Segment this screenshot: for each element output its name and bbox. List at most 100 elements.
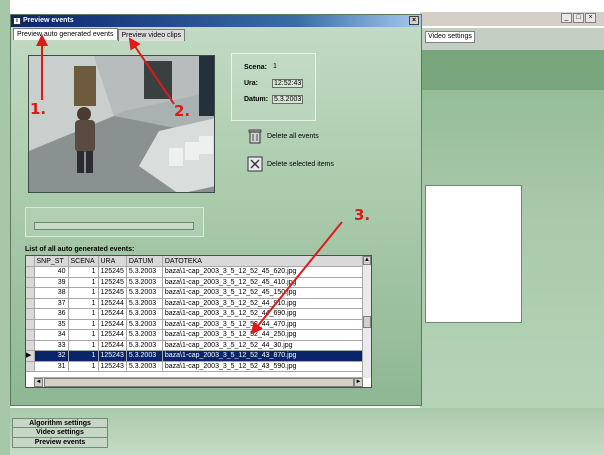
table-row[interactable]: 36 1 125244 5.3.2003 baza\1-cap_2003_3_5_12_… — [26, 308, 365, 320]
cell-ura: 125244 — [98, 298, 127, 309]
date-value: 5.3.2003 — [272, 95, 304, 104]
row-indicator — [26, 361, 35, 372]
background-panel-header — [420, 50, 604, 90]
side-tab-stack: Algorithm settings Video settings Previe… — [12, 418, 108, 448]
scene-value: 1 — [273, 63, 277, 70]
close-button[interactable]: × — [409, 16, 419, 25]
cell-datoteka: baza\1-cap_2003_3_5_12_52_43_590.jpg — [162, 361, 365, 372]
row-indicator: ▶ — [26, 350, 35, 362]
table-header-row: SNP_ST SCENA URA DATUM DATOTEKA — [26, 256, 365, 267]
row-indicator — [26, 308, 35, 320]
cell-snp: 31 — [34, 361, 69, 372]
horizontal-scroll-thumb[interactable] — [44, 378, 354, 387]
time-row: Ura: 12:52:43 — [244, 79, 304, 88]
column-header-datum[interactable]: DATUM — [126, 256, 163, 267]
row-indicator — [26, 340, 35, 351]
cell-datum: 5.3.2003 — [126, 308, 163, 320]
cell-scena: 1 — [68, 277, 99, 288]
cell-datoteka: baza\1-cap_2003_3_5_12_52_45_620.jpg — [162, 266, 365, 278]
tab-preview-auto-events[interactable]: Preview auto generated events — [13, 28, 118, 40]
cell-datum: 5.3.2003 — [126, 287, 163, 299]
cell-ura: 125244 — [98, 308, 127, 320]
cell-snp: 36 — [34, 308, 69, 320]
cell-datoteka: baza\1-cap_2003_3_5_12_52_44_910.jpg — [162, 298, 365, 309]
cell-snp: 39 — [34, 277, 69, 288]
cell-scena: 1 — [68, 287, 99, 299]
cell-datum: 5.3.2003 — [126, 266, 163, 278]
event-info-panel: Scena: 1 Ura: 12:52:43 Datum: 5.3.2003 — [231, 53, 316, 121]
cell-datum: 5.3.2003 — [126, 298, 163, 309]
cell-ura: 125245 — [98, 266, 127, 278]
cell-ura: 125243 — [98, 361, 127, 372]
delete-all-label: Delete all events — [267, 132, 319, 140]
tab-preview-video-clips[interactable]: Preview video clips — [117, 29, 186, 41]
column-header-snp[interactable]: SNP_ST — [34, 256, 69, 267]
cell-datum: 5.3.2003 — [126, 340, 163, 351]
scroll-right-icon[interactable]: ► — [354, 378, 363, 387]
background-window-buttons: _ □ × — [561, 13, 596, 23]
scroll-up-icon[interactable]: ▲ — [363, 256, 371, 265]
progress-frame — [25, 207, 204, 237]
table-row[interactable]: 33 1 125244 5.3.2003 baza\1-cap_2003_3_5_12_… — [26, 340, 365, 351]
cell-datum: 5.3.2003 — [126, 277, 163, 288]
scene-label: Scena: — [244, 64, 267, 71]
side-tab-video-settings[interactable]: Video settings — [12, 428, 108, 438]
events-table: SNP_ST SCENA URA DATUM DATOTEKA 40 1 12524… — [26, 256, 365, 372]
table-row[interactable]: 40 1 125245 5.3.2003 baza\1-cap_2003_3_5_12_… — [26, 266, 365, 278]
row-indicator — [26, 287, 35, 299]
cell-scena: 1 — [68, 329, 99, 341]
close-icon[interactable]: × — [585, 13, 596, 23]
time-label: Ura: — [244, 80, 259, 87]
cell-ura: 125245 — [98, 287, 127, 299]
callout-2: 2. — [174, 102, 191, 120]
background-video-settings-tab[interactable]: Video settings — [425, 31, 475, 43]
side-tab-algorithm-settings[interactable]: Algorithm settings — [12, 418, 108, 428]
table-row[interactable]: 38 1 125245 5.3.2003 baza\1-cap_2003_3_5_12_… — [26, 287, 365, 299]
callout-3: 3. — [354, 206, 371, 224]
column-header-datoteka[interactable]: DATOTEKA — [162, 256, 365, 267]
side-tab-preview-events[interactable]: Preview events — [12, 438, 108, 448]
events-grid[interactable]: SNP_ST SCENA URA DATUM DATOTEKA 40 1 12524… — [25, 255, 372, 388]
vertical-scroll-thumb[interactable] — [363, 316, 371, 328]
delete-selected-button[interactable]: Delete selected items — [247, 156, 334, 172]
delete-selected-icon — [247, 156, 263, 172]
cell-datum: 5.3.2003 — [126, 361, 163, 372]
camera-snapshot — [28, 55, 215, 193]
cell-snp: 34 — [34, 329, 69, 341]
cell-datoteka: baza\1-cap_2003_3_5_12_52_45_150.jpg — [162, 287, 365, 299]
dialog-titlebar: i Preview events × — [11, 15, 421, 27]
table-row[interactable]: ▶ 32 1 125243 5.3.2003 baza\1-cap_2003_3_5_12… — [26, 350, 365, 362]
cell-datum: 5.3.2003 — [126, 329, 163, 341]
table-row[interactable]: 37 1 125244 5.3.2003 baza\1-cap_2003_3_5_12_… — [26, 298, 365, 309]
table-row[interactable]: 35 1 125244 5.3.2003 baza\1-cap_2003_3_5_12_… — [26, 319, 365, 330]
cell-ura: 125244 — [98, 329, 127, 341]
table-row[interactable]: 34 1 125244 5.3.2003 baza\1-cap_2003_3_5_12_… — [26, 329, 365, 341]
progress-bar — [34, 222, 194, 230]
column-header-ura[interactable]: URA — [98, 256, 127, 267]
dialog-title: Preview events — [23, 17, 74, 24]
table-row[interactable]: 31 1 125243 5.3.2003 baza\1-cap_2003_3_5_12_… — [26, 361, 365, 372]
table-row[interactable]: 39 1 125245 5.3.2003 baza\1-cap_2003_3_5_12_… — [26, 277, 365, 288]
scene-row: Scena: 1 — [244, 63, 277, 71]
maximize-icon[interactable]: □ — [573, 13, 584, 23]
row-indicator — [26, 298, 35, 309]
date-row: Datum: 5.3.2003 — [244, 95, 304, 104]
vertical-scrollbar[interactable]: ▲ — [362, 256, 371, 378]
background-left-strip — [0, 0, 10, 455]
row-indicator — [26, 277, 35, 288]
time-value: 12:52:43 — [272, 79, 304, 88]
row-indicator — [26, 266, 35, 278]
delete-all-button[interactable]: Delete all events — [247, 128, 319, 144]
minimize-icon[interactable]: _ — [561, 13, 572, 23]
scroll-left-icon[interactable]: ◄ — [34, 378, 43, 387]
cell-scena: 1 — [68, 319, 99, 330]
cell-datoteka: baza\1-cap_2003_3_5_12_52_44_250.jpg — [162, 329, 365, 341]
cell-datoteka: baza\1-cap_2003_3_5_12_52_43_870.jpg — [162, 350, 365, 362]
column-header-scena[interactable]: SCENA — [68, 256, 99, 267]
cell-ura: 125245 — [98, 277, 127, 288]
cell-scena: 1 — [68, 340, 99, 351]
horizontal-scrollbar[interactable]: ◄ ► — [34, 377, 363, 387]
cell-datoteka: baza\1-cap_2003_3_5_12_52_45_410.jpg — [162, 277, 365, 288]
cell-datum: 5.3.2003 — [126, 350, 163, 362]
cell-ura: 125244 — [98, 340, 127, 351]
